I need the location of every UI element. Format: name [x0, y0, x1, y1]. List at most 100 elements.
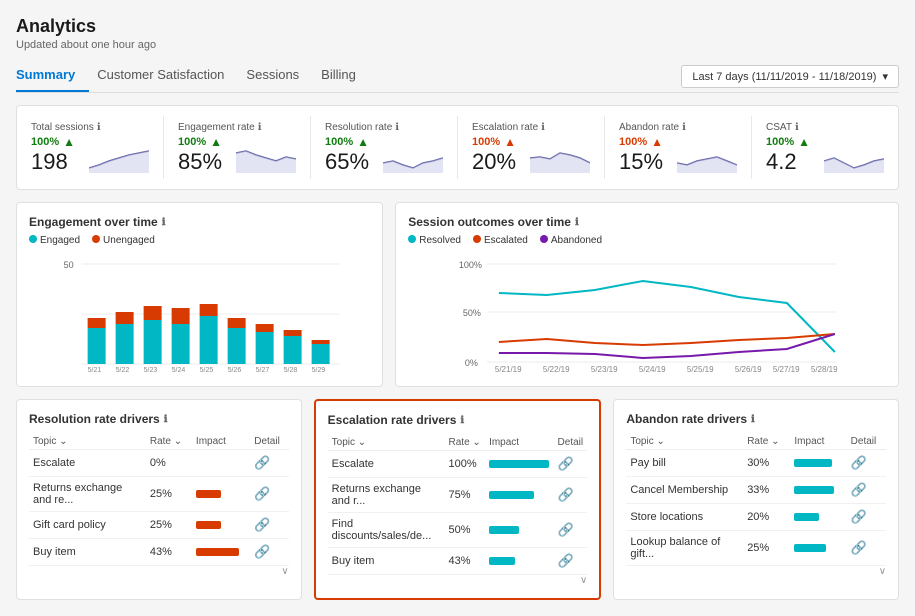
session-outcomes-title: Session outcomes over time — [408, 215, 571, 229]
eye-icon-esc-4[interactable]: 🔗 — [558, 553, 574, 568]
info-icon-escalation-drivers[interactable]: ℹ — [460, 415, 464, 426]
trend-up-icon-3: ▲ — [357, 135, 369, 149]
date-filter[interactable]: Last 7 days (11/11/2019 - 11/18/2019) ▾ — [681, 65, 899, 88]
esc-topic-3: Find discounts/sales/de... — [328, 513, 445, 548]
info-icon-abandon[interactable]: ℹ — [682, 122, 686, 133]
eye-icon-esc-1[interactable]: 🔗 — [558, 456, 574, 471]
tab-summary[interactable]: Summary — [16, 61, 89, 92]
engagement-chart-card: Engagement over time ℹ Engaged Unengaged… — [16, 202, 383, 387]
trend-up-icon: ▲ — [63, 135, 75, 149]
info-icon-engagement-chart[interactable]: ℹ — [162, 217, 166, 228]
chevron-down-icon: ▾ — [882, 70, 888, 83]
trend-up-icon-4: ▲ — [798, 135, 810, 149]
scroll-down-abn[interactable]: ∨ — [626, 566, 886, 577]
svg-text:5/26/19: 5/26/19 — [735, 365, 762, 374]
svg-text:5/25: 5/25 — [200, 367, 214, 374]
res-topic-1: Escalate — [29, 450, 146, 477]
svg-text:5/25/19: 5/25/19 — [687, 365, 714, 374]
page-subtitle: Updated about one hour ago — [16, 39, 899, 51]
abn-rate-2: 33% — [743, 477, 790, 504]
res-rate-2: 25% — [146, 477, 192, 512]
abn-rate-1: 30% — [743, 450, 790, 477]
escalation-drivers-table: Topic Rate Impact Detail Escalate 100% 🔗 — [328, 435, 588, 575]
kpi-value-abandon: 15% — [619, 149, 663, 174]
abn-topic-1: Pay bill — [626, 450, 743, 477]
kpi-label-csat: CSAT — [766, 122, 792, 133]
col-rate-res: Rate — [146, 434, 192, 450]
legend-unengaged: Unengaged — [92, 235, 155, 246]
res-topic-2: Returns exchange and re... — [29, 477, 146, 512]
kpi-value-sessions: 198 — [31, 149, 68, 174]
page-title: Analytics — [16, 16, 899, 37]
info-icon-sessions[interactable]: ℹ — [97, 122, 101, 133]
table-row: Escalate 0% 🔗 — [29, 450, 289, 477]
svg-text:50: 50 — [64, 260, 74, 270]
svg-text:5/29: 5/29 — [312, 367, 326, 374]
eye-icon-1[interactable]: 🔗 — [254, 455, 270, 470]
abn-rate-3: 20% — [743, 504, 790, 531]
tab-bar: Summary Customer Satisfaction Sessions B… — [16, 61, 899, 93]
tab-billing[interactable]: Billing — [321, 61, 370, 92]
kpi-resolution-rate: Resolution rate ℹ 100% ▲ 65% — [311, 116, 458, 179]
drivers-row: Resolution rate drivers ℹ Topic Rate Imp… — [16, 399, 899, 600]
info-icon-engagement[interactable]: ℹ — [258, 122, 262, 133]
table-row: Cancel Membership 33% 🔗 — [626, 477, 886, 504]
col-rate-abn: Rate — [743, 434, 790, 450]
kpi-escalation-rate: Escalation rate ℹ 100% ▲ 20% — [458, 116, 605, 179]
legend-abandoned: Abandoned — [540, 235, 602, 246]
abn-topic-2: Cancel Membership — [626, 477, 743, 504]
abn-topic-3: Store locations — [626, 504, 743, 531]
esc-rate-2: 75% — [445, 478, 486, 513]
eye-icon-3[interactable]: 🔗 — [254, 517, 270, 532]
eye-icon-abn-3[interactable]: 🔗 — [851, 509, 867, 524]
table-row: Gift card policy 25% 🔗 — [29, 512, 289, 539]
col-detail-abn: Detail — [847, 434, 886, 450]
eye-icon-2[interactable]: 🔗 — [254, 486, 270, 501]
table-row: Store locations 20% 🔗 — [626, 504, 886, 531]
kpi-csat: CSAT ℹ 100% ▲ 4.2 — [752, 116, 898, 179]
col-impact-res: Impact — [192, 434, 250, 450]
kpi-label-abandon: Abandon rate — [619, 122, 679, 133]
eye-icon-abn-4[interactable]: 🔗 — [851, 540, 867, 555]
svg-text:50%: 50% — [463, 308, 481, 318]
eye-icon-esc-2[interactable]: 🔗 — [558, 487, 574, 502]
info-icon-outcomes[interactable]: ℹ — [575, 217, 579, 228]
res-rate-4: 43% — [146, 539, 192, 566]
info-icon-abandon-drivers[interactable]: ℹ — [751, 414, 755, 425]
esc-rate-4: 43% — [445, 548, 486, 575]
eye-icon-4[interactable]: 🔗 — [254, 544, 270, 559]
res-rate-3: 25% — [146, 512, 192, 539]
info-icon-csat[interactable]: ℹ — [795, 122, 799, 133]
scroll-down-res[interactable]: ∨ — [29, 566, 289, 577]
table-row: Pay bill 30% 🔗 — [626, 450, 886, 477]
resolution-drivers-table: Topic Rate Impact Detail Escalate 0% 🔗 R — [29, 434, 289, 566]
info-icon-escalation[interactable]: ℹ — [541, 122, 545, 133]
svg-text:5/21/19: 5/21/19 — [495, 365, 522, 374]
kpi-abandon-rate: Abandon rate ℹ 100% ▲ 15% — [605, 116, 752, 179]
info-icon-resolution-drivers[interactable]: ℹ — [164, 414, 168, 425]
kpi-pct-resolution: 100% — [325, 136, 353, 148]
col-detail-esc: Detail — [554, 435, 588, 451]
tab-customer-satisfaction[interactable]: Customer Satisfaction — [97, 61, 238, 92]
abandon-drivers-title: Abandon rate drivers — [626, 412, 747, 426]
tab-sessions[interactable]: Sessions — [246, 61, 313, 92]
esc-topic-4: Buy item — [328, 548, 445, 575]
eye-icon-abn-2[interactable]: 🔗 — [851, 482, 867, 497]
kpi-label-resolution: Resolution rate — [325, 122, 392, 133]
svg-text:5/23/19: 5/23/19 — [591, 365, 618, 374]
col-detail-res: Detail — [250, 434, 288, 450]
svg-text:5/22/19: 5/22/19 — [543, 365, 570, 374]
table-row: Find discounts/sales/de... 50% 🔗 — [328, 513, 588, 548]
table-row: Returns exchange and re... 25% 🔗 — [29, 477, 289, 512]
info-icon-resolution[interactable]: ℹ — [395, 122, 399, 133]
trend-up-icon-2: ▲ — [210, 135, 222, 149]
kpi-value-resolution: 65% — [325, 149, 369, 174]
col-rate-esc: Rate — [445, 435, 486, 451]
eye-icon-abn-1[interactable]: 🔗 — [851, 455, 867, 470]
scroll-down-esc[interactable]: ∨ — [328, 575, 588, 586]
table-row: Escalate 100% 🔗 — [328, 451, 588, 478]
eye-icon-esc-3[interactable]: 🔗 — [558, 522, 574, 537]
res-rate-1: 0% — [146, 450, 192, 477]
abn-rate-4: 25% — [743, 531, 790, 566]
legend-engaged: Engaged — [29, 235, 80, 246]
